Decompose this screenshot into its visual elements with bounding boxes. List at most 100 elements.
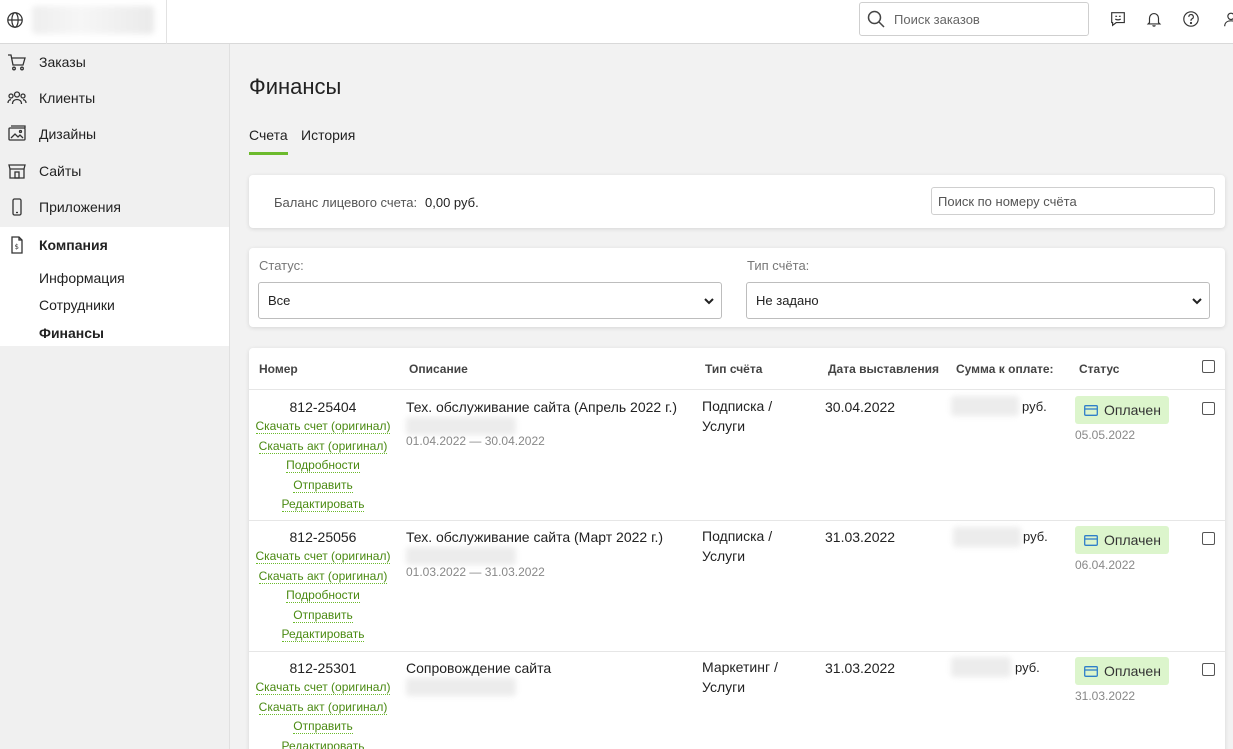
sidebar-item-label: Дизайны [39,126,97,142]
amount-currency: руб. [1015,660,1040,675]
amount-blurred [951,396,1019,416]
status-badge: Оплачен [1075,396,1169,424]
invoice-number: 812-25056 [289,529,357,545]
blurred-text [406,417,516,435]
blurred-text [406,678,516,696]
column-header-number: Номер [259,362,298,376]
order-search[interactable] [859,2,1089,36]
invoice-description: Тех. обслуживание сайта (Март 2022 г.) [406,529,664,545]
row-actions: Скачать счет (оригинал) Скачать акт (ори… [249,547,397,645]
invoice-number-search-input[interactable] [931,187,1215,215]
bell-icon[interactable] [1145,10,1163,28]
credit-card-icon [1084,404,1098,416]
top-bar [0,0,1233,44]
column-header-type: Тип счёта [705,362,763,376]
sidebar: Заказы Клиенты Дизайны Сайты Приложения … [0,44,230,749]
order-search-input[interactable] [894,11,1074,27]
details-link[interactable]: Подробности [249,456,397,476]
send-link[interactable]: Отправить [249,717,397,737]
account-name-blurred[interactable] [32,6,154,34]
user-icon[interactable] [1222,10,1233,28]
tab-history[interactable]: История [301,127,355,143]
cart-icon [8,54,26,71]
help-icon[interactable] [1182,10,1200,28]
image-icon [8,125,26,141]
sidebar-subitem-info[interactable]: Информация [39,270,125,286]
row-checkbox[interactable] [1202,402,1215,415]
column-header-date: Дата выставления [828,362,939,376]
invoice-number: 812-25301 [289,660,357,676]
sidebar-group-company: $ Компания Информация Сотрудники Финансы [0,227,229,346]
status-select-value: Все [268,293,291,308]
search-icon [867,10,885,28]
row-actions: Скачать счет (оригинал) Скачать акт (ори… [249,678,397,749]
invoice-date: 31.03.2022 [825,660,896,676]
sidebar-item-label: Приложения [39,199,121,215]
status-filter-label: Статус: [259,258,304,273]
edit-link[interactable]: Редактировать [249,625,397,645]
download-invoice-link[interactable]: Скачать счет (оригинал) [249,417,397,437]
globe-icon[interactable] [6,11,24,29]
row-checkbox[interactable] [1202,532,1215,545]
balance-label: Баланс лицевого счета: [274,195,418,210]
sidebar-item-label: Компания [39,237,108,253]
sidebar-item-orders[interactable]: Заказы [0,44,229,80]
invoice-type-filter-label: Тип счёта: [747,258,810,273]
sidebar-item-clients[interactable]: Клиенты [0,80,229,116]
invoices-table: Номер Описание Тип счёта Дата выставлени… [249,348,1225,749]
invoice-type-select[interactable]: Не задано [746,282,1210,319]
row-checkbox[interactable] [1202,663,1215,676]
details-link[interactable]: Подробности [249,586,397,606]
sidebar-item-label: Сайты [39,163,82,179]
document-icon: $ [11,236,23,254]
table-row: 812-25056 Скачать счет (оригинал) Скачат… [249,521,1225,651]
invoice-description: Тех. обслуживание сайта (Апрель 2022 г.) [406,399,678,415]
send-link[interactable]: Отправить [249,476,397,496]
amount-blurred [953,527,1021,547]
invoice-type: Подписка / Услуги [702,528,773,564]
sidebar-item-company[interactable]: $ Компания [0,227,229,263]
status-select[interactable]: Все [258,282,722,319]
blurred-text [406,547,516,565]
svg-text:$: $ [15,243,19,251]
balance-card: Баланс лицевого счета: 0,00 руб. [249,175,1225,228]
edit-link[interactable]: Редактировать [249,495,397,515]
download-act-link[interactable]: Скачать акт (оригинал) [249,437,397,457]
phone-icon [12,198,22,216]
invoice-number: 812-25404 [289,399,357,415]
users-icon [7,91,27,105]
download-invoice-link[interactable]: Скачать счет (оригинал) [249,678,397,698]
edit-link[interactable]: Редактировать [249,737,397,749]
download-act-link[interactable]: Скачать акт (оригинал) [249,567,397,587]
sidebar-item-label: Заказы [39,54,86,70]
divider [166,0,167,44]
select-all-checkbox[interactable] [1202,360,1215,373]
status-date: 05.05.2022 [1075,428,1136,442]
store-icon [8,164,26,179]
sidebar-item-designs[interactable]: Дизайны [0,116,229,152]
credit-card-icon [1084,534,1098,546]
sidebar-item-apps[interactable]: Приложения [0,189,229,225]
invoice-date: 30.04.2022 [825,399,896,415]
sidebar-item-sites[interactable]: Сайты [0,153,229,189]
status-date: 06.04.2022 [1075,558,1136,572]
sidebar-subitem-finances[interactable]: Финансы [39,325,104,341]
download-invoice-link[interactable]: Скачать счет (оригинал) [249,547,397,567]
send-link[interactable]: Отправить [249,606,397,626]
tab-invoices[interactable]: Счета [249,127,288,155]
row-actions: Скачать счет (оригинал) Скачать акт (ори… [249,417,397,515]
filter-card: Статус: Все Тип счёта: Не задано [249,248,1225,327]
column-header-amount: Сумма к оплате: [956,362,1054,376]
amount-blurred [951,657,1011,677]
amount-currency: руб. [1022,399,1047,414]
status-date: 31.03.2022 [1075,689,1136,703]
table-row: 812-25301 Скачать счет (оригинал) Скачат… [249,652,1225,749]
invoice-type: Маркетинг / Услуги [702,659,778,695]
chevron-down-icon [1192,298,1202,305]
amount-currency: руб. [1023,529,1048,544]
sidebar-item-label: Клиенты [39,90,96,106]
sidebar-subitem-employees[interactable]: Сотрудники [39,297,115,313]
chat-icon[interactable] [1109,10,1127,28]
credit-card-icon [1084,665,1098,677]
download-act-link[interactable]: Скачать акт (оригинал) [249,698,397,718]
